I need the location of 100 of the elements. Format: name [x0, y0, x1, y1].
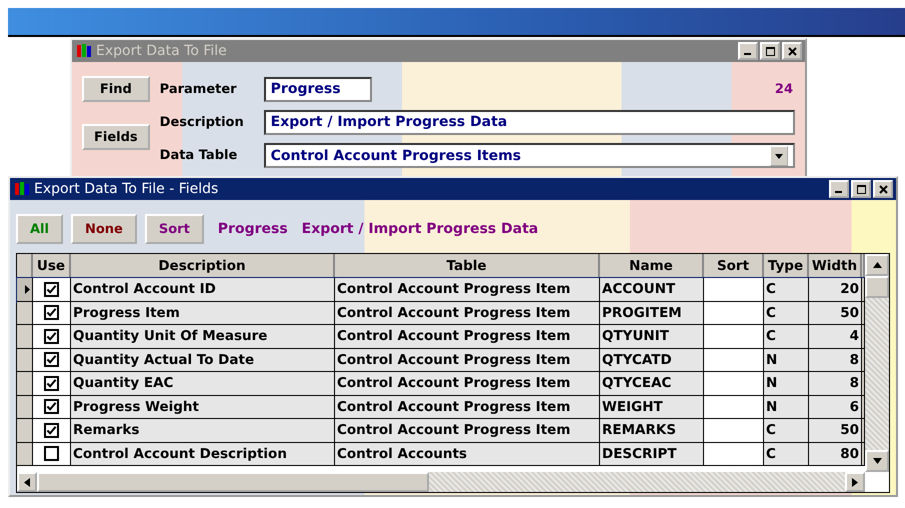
row-selector[interactable] — [17, 278, 33, 300]
check-icon — [46, 354, 57, 366]
parameter-field[interactable]: Progress — [264, 77, 372, 102]
table-cell: Control Account Description — [71, 442, 335, 465]
description-field[interactable]: Export / Import Progress Data — [264, 110, 795, 135]
table-cell: C — [764, 302, 809, 324]
table-cell: C — [764, 442, 809, 465]
column-header[interactable]: Sort — [704, 254, 764, 277]
table-cell[interactable] — [704, 372, 764, 394]
row-selector[interactable] — [17, 348, 33, 371]
check-icon — [46, 330, 57, 342]
table-cell[interactable] — [704, 348, 764, 371]
close-icon — [788, 46, 796, 56]
table-cell: Control Account Progress Item — [335, 325, 600, 348]
table-cell[interactable] — [704, 302, 764, 324]
toolbar-button[interactable]: None — [70, 214, 137, 244]
table-cell: C — [764, 325, 809, 348]
close-icon — [878, 184, 888, 194]
close-button[interactable] — [873, 180, 893, 198]
table-cell: N — [764, 372, 809, 394]
up-arrow-icon — [872, 262, 882, 268]
parameter-name: Progress — [218, 221, 288, 237]
header-corner — [17, 254, 33, 277]
dropdown-arrow-icon — [770, 146, 788, 166]
check-icon — [46, 284, 57, 295]
table-cell: Progress Item — [71, 302, 335, 324]
scrollbar-thumb[interactable] — [865, 276, 889, 298]
vertical-scrollbar[interactable] — [865, 254, 889, 492]
checkbox[interactable] — [44, 328, 59, 344]
check-icon — [46, 401, 57, 412]
row-selector[interactable] — [17, 302, 33, 324]
table-cell[interactable] — [704, 442, 764, 465]
row-selector[interactable] — [17, 442, 33, 465]
table-cell: Quantity Unit Of Measure — [71, 325, 335, 348]
parameter-description: Export / Import Progress Data — [302, 221, 538, 237]
checkbox[interactable] — [44, 446, 59, 462]
table-cell[interactable] — [704, 325, 764, 348]
data-table-dropdown[interactable]: Control Account Progress Items — [264, 143, 795, 168]
row-selector[interactable] — [17, 325, 33, 348]
toolbar-button[interactable]: Sort — [144, 214, 204, 244]
column-header[interactable]: Table — [335, 254, 600, 277]
record-count: 24 — [774, 82, 793, 97]
scrollbar-corner — [865, 472, 889, 492]
fields-button[interactable]: Fields — [82, 124, 150, 150]
app-icon — [75, 43, 93, 59]
table-cell: Control Account Progress Item — [335, 419, 600, 442]
field-label: Parameter — [160, 82, 238, 97]
table-cell: N — [764, 348, 809, 371]
checkbox[interactable] — [44, 399, 59, 414]
right-arrow-icon — [852, 478, 858, 486]
table-cell[interactable] — [704, 419, 764, 442]
checkbox[interactable] — [44, 376, 59, 391]
horizontal-scrollbar[interactable] — [17, 472, 865, 492]
table-cell[interactable] — [704, 278, 764, 300]
table-cell: N — [764, 396, 809, 418]
minimize-button[interactable] — [829, 180, 849, 198]
table-cell: Remarks — [71, 419, 335, 442]
table-cell: Control Account ID — [71, 278, 335, 300]
check-icon — [46, 378, 57, 389]
maximize-icon — [856, 184, 866, 194]
table-cell: Control Account Progress Item — [335, 302, 600, 324]
down-arrow-icon — [872, 458, 882, 464]
table-cell: Control Account Progress Item — [335, 348, 600, 371]
scrollbar-thumb[interactable] — [37, 472, 429, 492]
column-header[interactable]: Name — [600, 254, 704, 277]
table-cell: Quantity Actual To Date — [71, 348, 335, 371]
find-button[interactable]: Find — [82, 76, 150, 102]
table-cell: C — [764, 419, 809, 442]
table-cell: Progress Weight — [71, 396, 335, 418]
checkbox[interactable] — [44, 305, 59, 320]
table-cell[interactable] — [704, 396, 764, 418]
checkbox[interactable] — [44, 352, 59, 368]
column-header[interactable]: Width — [809, 254, 862, 277]
maximize-button[interactable] — [851, 180, 871, 198]
window-title: Export Data To File — [96, 43, 227, 59]
current-row-icon — [25, 284, 30, 294]
check-icon — [46, 307, 57, 318]
minimize-button[interactable] — [738, 42, 758, 60]
table-cell: Quantity EAC — [71, 372, 335, 394]
field-label: Description — [160, 115, 245, 130]
field-label: Data Table — [160, 148, 238, 163]
checkbox[interactable] — [44, 282, 59, 297]
table-cell: Control Account Progress Item — [335, 372, 600, 394]
app-icon — [13, 181, 31, 197]
row-selector[interactable] — [17, 396, 33, 418]
column-header[interactable]: Use — [33, 254, 71, 277]
maximize-button[interactable] — [760, 42, 780, 60]
table-cell: Control Accounts — [335, 442, 600, 465]
table-cell: Control Account Progress Item — [335, 278, 600, 300]
row-selector[interactable] — [17, 419, 33, 442]
check-icon — [46, 424, 57, 436]
checkbox[interactable] — [44, 422, 59, 438]
table-cell: C — [764, 278, 809, 300]
column-header[interactable]: Description — [71, 254, 335, 277]
close-button[interactable] — [782, 42, 802, 60]
left-arrow-icon — [24, 478, 30, 486]
column-header[interactable]: Type — [764, 254, 809, 277]
window-title: Export Data To File - Fields — [34, 181, 218, 197]
table-cell: Control Account Progress Item — [335, 396, 600, 418]
row-selector[interactable] — [17, 372, 33, 394]
